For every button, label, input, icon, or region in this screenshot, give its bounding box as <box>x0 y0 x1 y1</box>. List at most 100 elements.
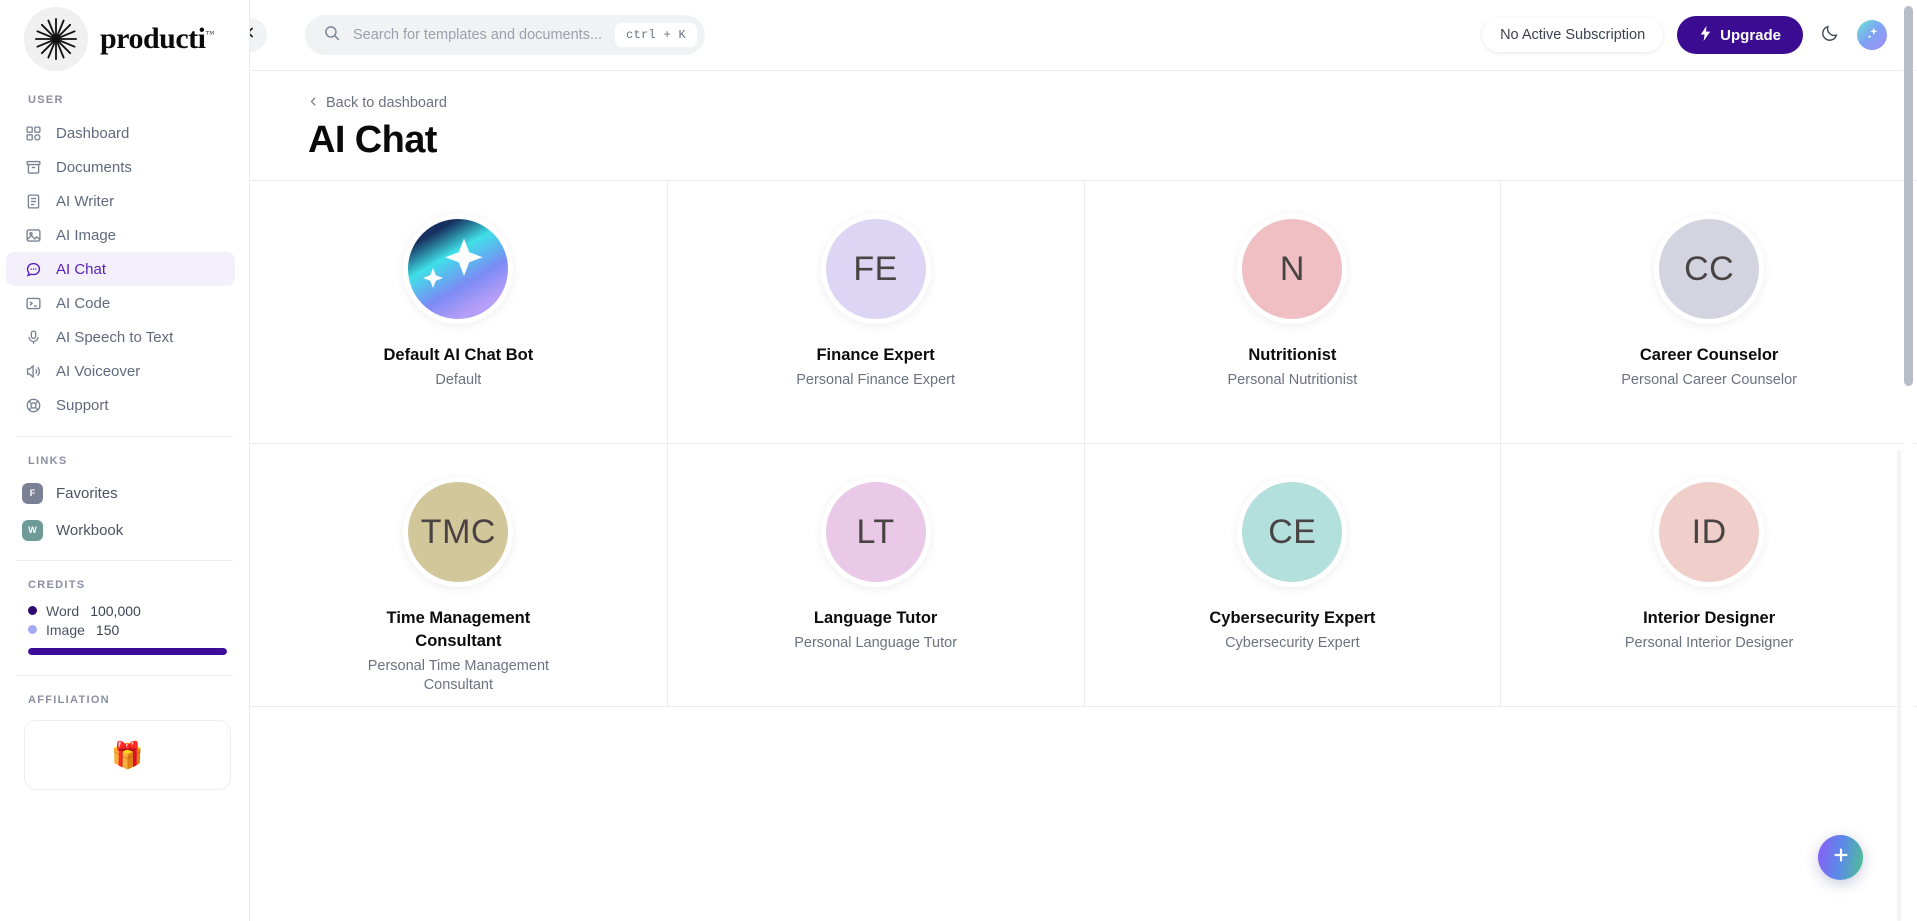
speaker-wave-icon <box>24 362 42 380</box>
chatbot-card[interactable]: Default AI Chat Bot Default <box>250 181 667 444</box>
brand-trademark: ™ <box>205 29 213 39</box>
archive-box-icon <box>24 158 42 176</box>
chatbot-grid: Default AI Chat Bot Default FE Finance Expe… <box>250 181 1917 707</box>
sidebar-link-label: Favorites <box>56 485 118 502</box>
chatbot-card[interactable]: FE Finance Expert Personal Finance Expert <box>667 181 1084 444</box>
chatbot-card-subtitle: Default <box>435 371 481 391</box>
chatbot-card[interactable]: LT Language Tutor Personal Language Tutor <box>667 444 1084 707</box>
breadcrumb[interactable]: Back to dashboard <box>308 95 1917 111</box>
credit-row-word: Word 100,000 <box>28 601 227 620</box>
sidebar: producti™ USER Dashboard <box>0 0 250 921</box>
chatbot-avatar-initials: N <box>1237 214 1347 324</box>
chatbot-card-subtitle: Personal Career Counselor <box>1621 371 1797 391</box>
chatbot-card-title: Default AI Chat Bot <box>384 344 534 367</box>
sidebar-item-ai-voiceover[interactable]: AI Voiceover <box>6 354 235 388</box>
section-label-user: USER <box>0 94 249 106</box>
sidebar-item-label: Documents <box>56 159 132 176</box>
sidebar-item-dashboard[interactable]: Dashboard <box>6 116 235 150</box>
chatbot-avatar-initials: ID <box>1654 477 1764 587</box>
create-chatbot-fab[interactable] <box>1818 835 1863 880</box>
sidebar-item-label: AI Writer <box>56 193 114 210</box>
section-label-links: LINKS <box>0 455 249 467</box>
chatbot-card-subtitle: Personal Time Management Consultant <box>343 657 573 696</box>
page-scrollbar-thumb[interactable] <box>1904 6 1913 386</box>
chatbot-card-title: Cybersecurity Expert <box>1209 607 1375 630</box>
inner-scroll-indicator <box>1897 450 1901 921</box>
search-bar[interactable]: ctrl + K <box>305 15 705 55</box>
chatbot-card-subtitle: Personal Interior Designer <box>1625 634 1793 654</box>
section-label-credits: CREDITS <box>0 579 249 591</box>
sidebar-item-support[interactable]: Support <box>6 388 235 422</box>
theme-toggle-button[interactable] <box>1817 22 1843 48</box>
upgrade-button[interactable]: Upgrade <box>1677 16 1803 54</box>
chatbot-card[interactable]: TMC Time Management Consultant Personal Ti… <box>250 444 667 707</box>
chatbot-card-subtitle: Cybersecurity Expert <box>1225 634 1360 654</box>
sidebar-item-label: Dashboard <box>56 125 129 142</box>
lifebuoy-icon <box>24 396 42 414</box>
chatbot-card[interactable]: CCCareer CounselorPersonal Career Counse… <box>1500 181 1917 444</box>
chatbot-card[interactable]: N Nutritionist Personal Nutritionist <box>1084 181 1501 444</box>
topbar-actions: No Active Subscription Upgrade <box>1482 16 1887 54</box>
chat-bubble-icon <box>24 260 42 278</box>
sidebar-item-label: Support <box>56 397 109 414</box>
links-section: LINKS F Favorites W Workbook <box>0 437 249 546</box>
sidebar-link-favorites[interactable]: F Favorites <box>22 477 235 509</box>
plus-icon <box>1831 845 1851 870</box>
chatbot-card[interactable]: ID Interior Designer Personal Interior Des… <box>1500 444 1917 707</box>
app-root: producti™ USER Dashboard <box>0 0 1917 921</box>
credit-label: Image <box>46 622 85 638</box>
chevron-left-icon <box>308 95 319 111</box>
search-input[interactable] <box>353 27 603 43</box>
chatbot-avatar-initials: CC <box>1654 214 1764 324</box>
credits-progress-bar <box>28 648 227 655</box>
brand[interactable]: producti™ <box>0 0 249 72</box>
sidebar-link-label: Workbook <box>56 522 123 539</box>
starburst-logo-icon <box>24 7 88 71</box>
affiliation-card[interactable]: 🎁 <box>24 720 231 790</box>
section-label-affiliation: AFFILIATION <box>0 694 249 706</box>
chatbot-card[interactable]: CE Cybersecurity Expert Cybersecurity Expe… <box>1084 444 1501 707</box>
sidebar-collapse-button[interactable] <box>250 18 267 52</box>
moon-icon <box>1820 23 1840 48</box>
chatbot-card-title: Language Tutor <box>814 607 937 630</box>
chatbot-avatar-initials: TMC <box>403 477 513 587</box>
sidebar-item-label: AI Speech to Text <box>56 329 173 346</box>
chatbot-avatar-initials: LT <box>821 477 931 587</box>
sidebar-item-ai-code[interactable]: AI Code <box>6 286 235 320</box>
search-shortcut-hint: ctrl + K <box>615 23 697 47</box>
sidebar-item-label: AI Voiceover <box>56 363 140 380</box>
subscription-status-chip[interactable]: No Active Subscription <box>1482 18 1663 52</box>
chatbot-grid-wrapper: Default AI Chat Bot Default FE Finance Expe… <box>250 180 1917 707</box>
page-header: Back to dashboard AI Chat <box>250 71 1917 180</box>
chatbot-card-title: Finance Expert <box>816 344 934 367</box>
affiliation-section: AFFILIATION 🎁 <box>0 676 249 790</box>
sidebar-item-documents[interactable]: Documents <box>6 150 235 184</box>
chatbot-card-subtitle: Personal Finance Expert <box>796 371 955 391</box>
topbar: ctrl + K No Active Subscription Upgrade <box>250 0 1917 71</box>
credit-value: 100,000 <box>90 603 141 619</box>
chatbot-avatar-initials: FE <box>821 214 931 324</box>
chatbot-card-subtitle: Personal Language Tutor <box>794 634 957 654</box>
user-avatar[interactable] <box>1857 20 1887 50</box>
sidebar-item-label: AI Chat <box>56 261 106 278</box>
microphone-icon <box>24 328 42 346</box>
sidebar-item-ai-writer[interactable]: AI Writer <box>6 184 235 218</box>
chatbot-card-subtitle: Personal Nutritionist <box>1228 371 1358 391</box>
image-icon <box>24 226 42 244</box>
grid-icon <box>24 124 42 142</box>
chatbot-card-title: Nutritionist <box>1248 344 1336 367</box>
nav-user-section: USER Dashboard Documents <box>0 72 249 422</box>
workbook-badge-icon: W <box>22 520 43 541</box>
chevron-left-icon <box>250 26 257 44</box>
sidebar-item-ai-speech-to-text[interactable]: AI Speech to Text <box>6 320 235 354</box>
sidebar-item-ai-chat[interactable]: AI Chat <box>6 252 235 286</box>
brand-name: producti™ <box>100 22 214 56</box>
sidebar-link-workbook[interactable]: W Workbook <box>22 514 235 546</box>
chatbot-card-title: Time Management Consultant <box>343 607 573 653</box>
sidebar-item-ai-image[interactable]: AI Image <box>6 218 235 252</box>
sidebar-item-label: AI Image <box>56 227 116 244</box>
chatbot-card-title: Interior Designer <box>1643 607 1775 630</box>
bolt-icon <box>1699 26 1712 45</box>
search-icon <box>323 24 341 47</box>
chatbot-avatar-initials: CE <box>1237 477 1347 587</box>
